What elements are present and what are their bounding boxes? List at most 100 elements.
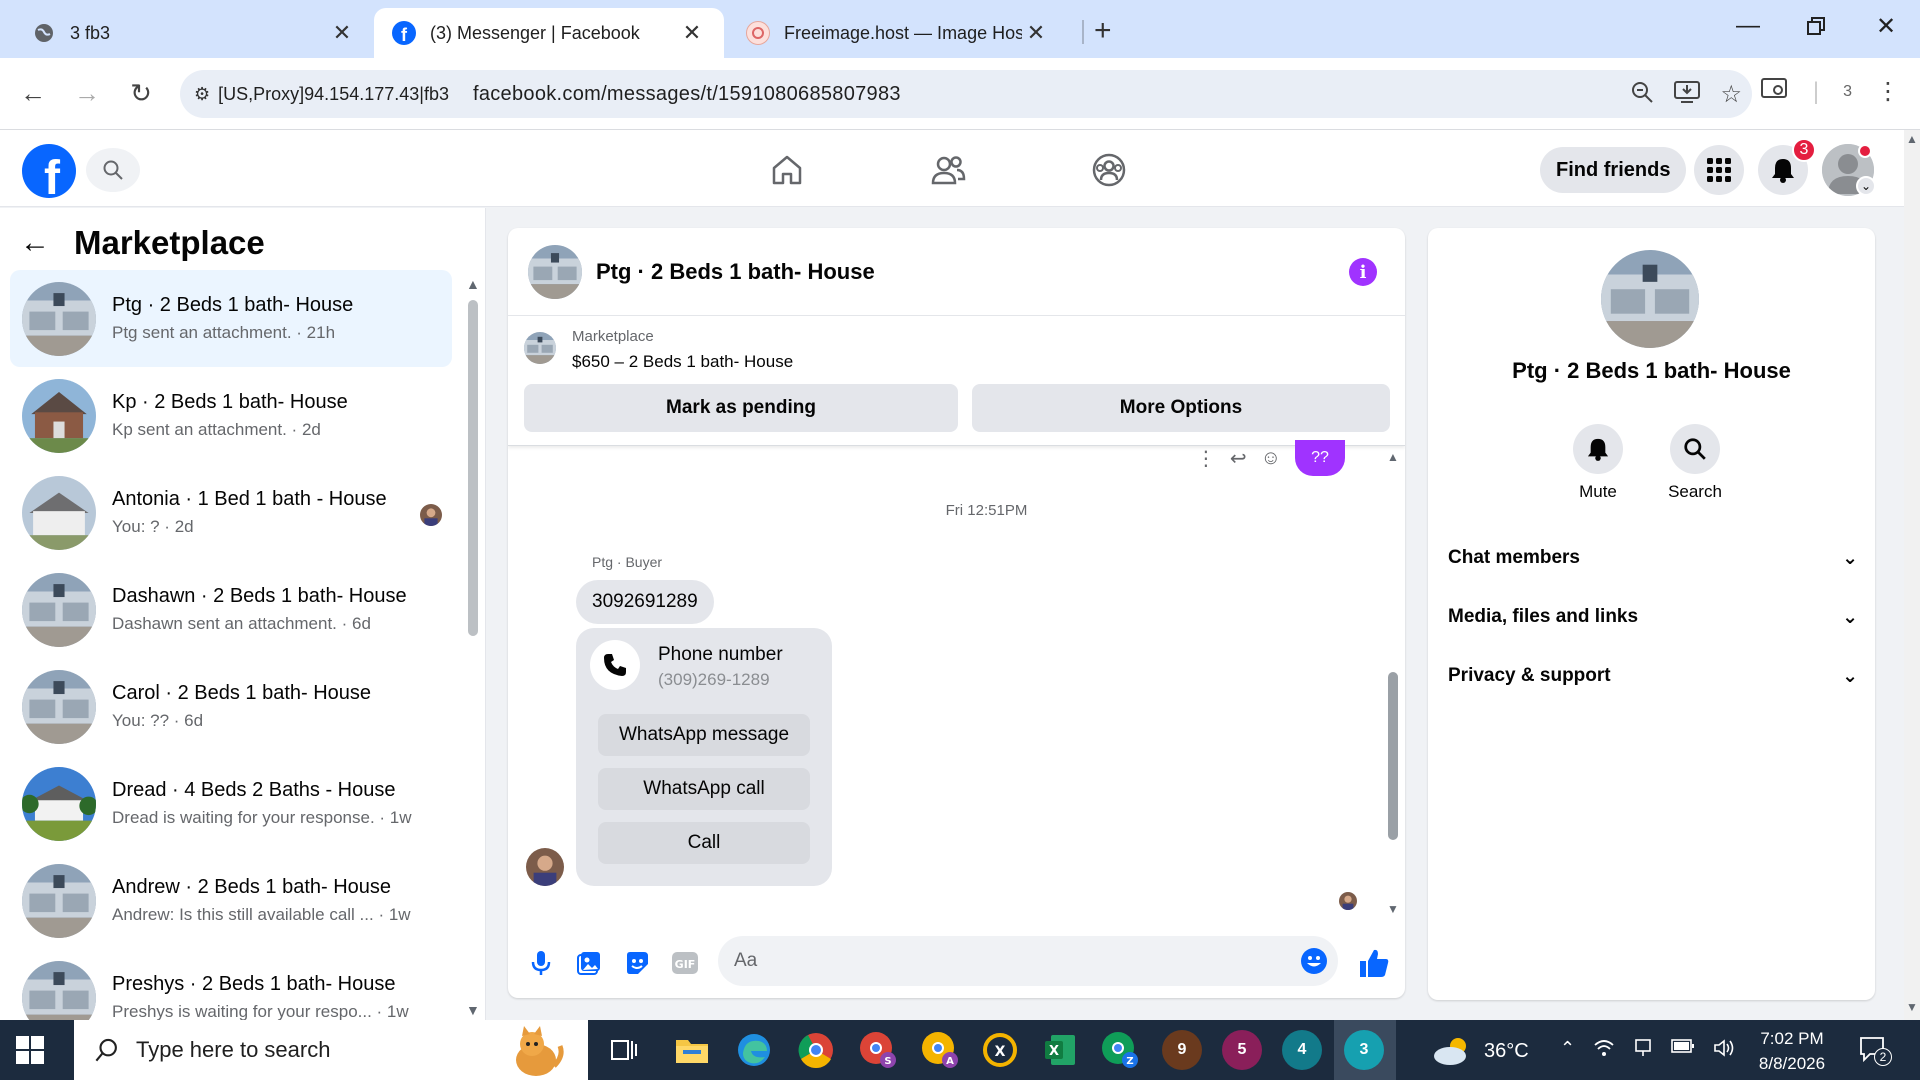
browser-tab[interactable]: 3 fb3 ✕ [14, 8, 374, 58]
facebook-search-button[interactable] [86, 148, 140, 192]
conversation-item[interactable]: Ptg · 2 Beds 1 bath- House Ptg sent an a… [10, 270, 452, 367]
friends-nav-icon[interactable] [928, 150, 968, 190]
restore-icon[interactable] [1796, 14, 1836, 42]
windows-start-icon[interactable] [16, 1036, 44, 1064]
chevron-up-icon[interactable]: ⌃ [1560, 1038, 1575, 1063]
profile-app-5-icon[interactable]: 5 [1222, 1030, 1262, 1070]
profile-app-4-icon[interactable]: 4 [1282, 1030, 1322, 1070]
excel-icon[interactable]: X [1040, 1030, 1080, 1070]
weather-widget[interactable]: 36°C [1432, 1036, 1529, 1066]
system-clock[interactable]: 7:02 PM 8/8/2026 [1742, 1026, 1842, 1076]
address-bar[interactable]: ⚙ [US,Proxy]94.154.177.43|fb3 facebook.c… [180, 70, 1752, 118]
close-tab-icon[interactable]: ✕ [328, 20, 356, 46]
scroll-down-arrow[interactable]: ▼ [466, 1002, 480, 1018]
conversation-item[interactable]: Carol · 2 Beds 1 bath- House You: ?? · 6… [10, 658, 452, 755]
mark-as-pending-button[interactable]: Mark as pending [524, 384, 958, 432]
wifi-icon[interactable] [1593, 1038, 1615, 1063]
network-icon[interactable] [1633, 1038, 1653, 1063]
install-app-icon[interactable] [1674, 80, 1701, 111]
mute-button[interactable]: Mute [1558, 424, 1638, 502]
taskbar-search-box[interactable]: Type here to search [74, 1020, 588, 1080]
chrome-icon[interactable] [796, 1030, 836, 1070]
thumbs-up-icon[interactable] [1357, 946, 1391, 980]
privacy-support-section[interactable]: Privacy & support ⌄ [1448, 654, 1858, 698]
profile-app-3-icon[interactable]: 3 [1344, 1030, 1384, 1070]
bookmark-star-icon[interactable]: ☆ [1720, 80, 1742, 111]
chat-members-section[interactable]: Chat members ⌄ [1448, 536, 1858, 580]
conversation-item[interactable]: Antonia · 1 Bed 1 bath - House You: ? · … [10, 464, 452, 561]
reply-icon[interactable]: ↩ [1230, 446, 1247, 471]
conversation-item[interactable]: Dread · 4 Beds 2 Baths - House Dread is … [10, 755, 452, 852]
profile-app-9-icon[interactable]: 9 [1162, 1030, 1202, 1070]
chevron-down-icon[interactable]: ⌄ [1856, 176, 1876, 196]
received-message-bubble[interactable]: 3092691289 [576, 580, 714, 624]
minimize-icon[interactable]: — [1728, 12, 1768, 40]
new-tab-button[interactable]: + [1094, 14, 1112, 48]
chrome-profile-a-icon[interactable]: A [920, 1030, 960, 1070]
menu-grid-button[interactable] [1694, 145, 1744, 195]
scroll-up-arrow[interactable]: ▲ [1387, 450, 1399, 464]
media-files-links-section[interactable]: Media, files and links ⌄ [1448, 595, 1858, 639]
find-friends-button[interactable]: Find friends [1540, 147, 1687, 193]
menu-kebab-icon[interactable]: ⋮ [1876, 77, 1900, 106]
chat-scrollbar[interactable]: ▲ ▼ [1387, 450, 1399, 920]
edge-browser-icon[interactable] [734, 1030, 774, 1070]
reload-icon[interactable]: ↻ [124, 78, 158, 109]
home-nav-icon[interactable] [767, 150, 807, 190]
close-tab-icon[interactable]: ✕ [1022, 20, 1050, 46]
whatsapp-call-button[interactable]: WhatsApp call [598, 768, 810, 810]
file-explorer-icon[interactable] [672, 1030, 712, 1070]
call-button[interactable]: Call [598, 822, 810, 864]
sent-message-bubble[interactable]: ?? [1295, 440, 1345, 476]
photo-icon[interactable] [574, 948, 604, 978]
facebook-logo-icon[interactable]: f [22, 144, 76, 198]
browser-tab[interactable]: Freeimage.host — Image Hostin ✕ [728, 8, 1068, 58]
scroll-down-arrow[interactable]: ▼ [1387, 902, 1399, 916]
conversation-item[interactable]: Andrew · 2 Beds 1 bath- House Andrew: Is… [10, 852, 452, 949]
avatar[interactable] [1601, 250, 1699, 348]
listing-title[interactable]: $650 – 2 Beds 1 bath- House [572, 352, 793, 372]
gif-icon[interactable]: GIF [670, 948, 700, 978]
site-info-chip[interactable]: ⚙ [US,Proxy]94.154.177.43|fb3 [180, 70, 449, 118]
message-input[interactable]: Aa [718, 936, 1338, 986]
whatsapp-message-button[interactable]: WhatsApp message [598, 714, 810, 756]
scroll-up-arrow[interactable]: ▲ [1906, 132, 1918, 146]
emoji-icon[interactable] [1300, 947, 1328, 975]
chat-scrollbar-thumb[interactable] [1388, 672, 1398, 840]
sidebar-scrollbar[interactable] [468, 300, 478, 636]
close-window-icon[interactable]: ✕ [1866, 12, 1906, 41]
section-label: Privacy & support [1448, 665, 1611, 686]
notification-center-button[interactable]: 2 [1858, 1034, 1892, 1069]
back-arrow-icon[interactable]: ← [20, 226, 64, 260]
microphone-icon[interactable] [526, 948, 556, 978]
volume-icon[interactable] [1713, 1038, 1735, 1063]
tab-search-icon[interactable] [1760, 76, 1789, 107]
url-text[interactable]: facebook.com/messages/t/1591080685807983 [449, 83, 901, 106]
scroll-up-arrow[interactable]: ▲ [466, 276, 480, 292]
browser-tab-active[interactable]: f (3) Messenger | Facebook ✕ [374, 8, 724, 58]
chrome-profile-z-icon[interactable]: Z [1100, 1030, 1140, 1070]
react-emoji-icon[interactable]: ☺ [1261, 447, 1281, 470]
zoom-icon[interactable] [1630, 80, 1654, 111]
groups-nav-icon[interactable] [1089, 150, 1129, 190]
task-view-icon[interactable] [604, 1030, 644, 1070]
back-icon[interactable]: ← [16, 78, 50, 109]
extensions-count[interactable]: 3 [1843, 83, 1852, 101]
chat-title[interactable]: Ptg · 2 Beds 1 bath- House [596, 259, 875, 285]
close-tab-icon[interactable]: ✕ [678, 20, 706, 46]
avatar[interactable] [528, 244, 582, 299]
scroll-down-arrow[interactable]: ▼ [1906, 1000, 1918, 1014]
search-in-conversation-button[interactable]: Search [1655, 424, 1735, 502]
chrome-profile-s-icon[interactable]: S [858, 1030, 898, 1070]
battery-icon[interactable] [1671, 1038, 1695, 1063]
sender-avatar[interactable] [526, 848, 564, 886]
forward-icon[interactable]: → [70, 78, 104, 109]
info-icon[interactable]: i [1349, 258, 1377, 286]
page-scrollbar[interactable]: ▲ ▼ [1904, 130, 1920, 1020]
more-actions-icon[interactable]: ⋮ [1196, 446, 1216, 471]
conversation-item[interactable]: Dashawn · 2 Beds 1 bath- House Dashawn s… [10, 561, 452, 658]
conversation-item[interactable]: Kp · 2 Beds 1 bath- House Kp sent an att… [10, 367, 452, 464]
sticker-icon[interactable] [622, 948, 652, 978]
ixbrowser-icon[interactable]: X [980, 1030, 1020, 1070]
more-options-button[interactable]: More Options [972, 384, 1390, 432]
